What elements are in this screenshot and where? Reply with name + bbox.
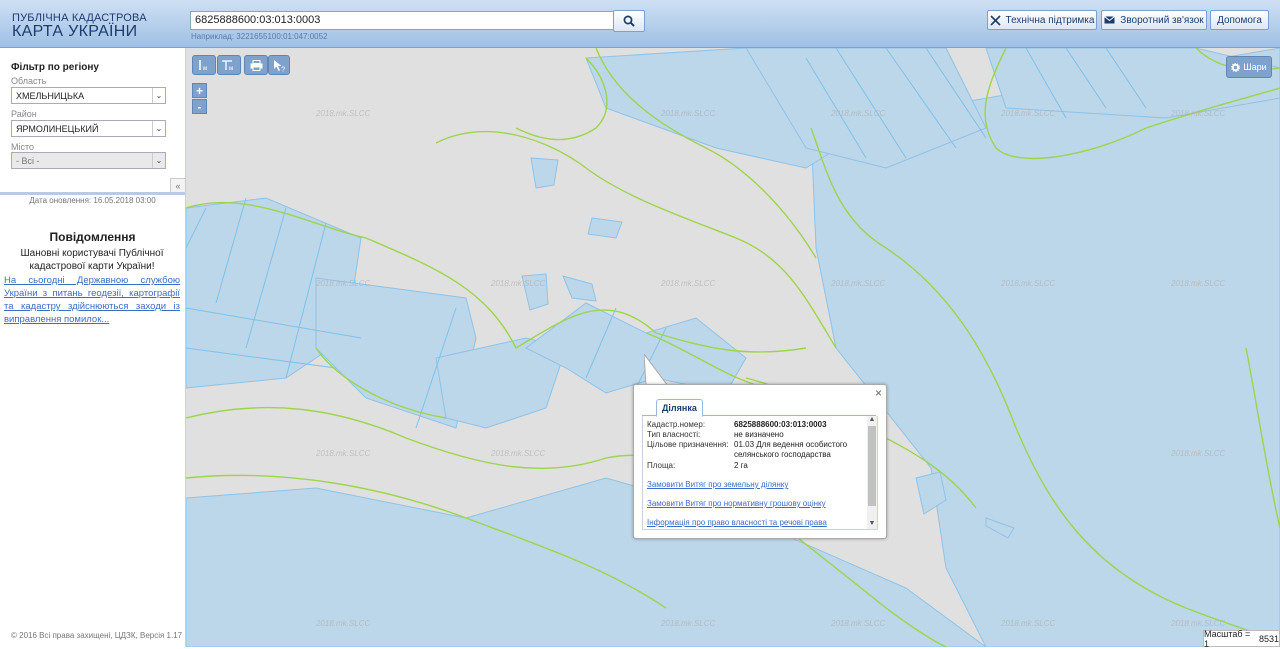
watermark: 2018.mk.SLCC <box>490 279 545 288</box>
chevron-down-icon: ⌄ <box>152 121 165 136</box>
field-value: 01.03 Для ведення особистого селянського… <box>734 440 848 459</box>
layers-button[interactable]: Шари <box>1226 56 1272 78</box>
feedback-button[interactable]: Зворотний зв'язок <box>1101 10 1207 30</box>
watermark: 2018.mk.SLCC <box>660 279 715 288</box>
field-value: не визначено <box>734 430 784 439</box>
field-value: 6825888600:03:013:0003 <box>734 420 827 429</box>
copyright: © 2016 Всі права захищені, ЦДЗК, Версія … <box>11 631 183 640</box>
notices-body: Шановні користувачі Публічної кадастрово… <box>20 248 164 272</box>
header: ПУБЛІЧНА КАДАСТРОВА КАРТА УКРАЇНИ 682588… <box>0 0 1280 48</box>
filter-title: Фільтр по регіону <box>11 62 99 73</box>
search-icon <box>623 15 635 27</box>
city-select[interactable]: - Всі - ⌄ <box>11 152 166 169</box>
region-select[interactable]: ХМЕЛЬНИЦЬКА ⌄ <box>11 87 166 104</box>
svg-text:м: м <box>203 66 207 71</box>
district-label: Район <box>11 109 37 119</box>
map-layer: 2018.mk.SLCC 2018.mk.SLCC 2018.mk.SLCC 2… <box>186 48 1280 647</box>
svg-text:?: ? <box>281 66 285 72</box>
map-canvas[interactable]: 2018.mk.SLCC 2018.mk.SLCC 2018.mk.SLCC 2… <box>186 48 1280 647</box>
support-button[interactable]: Технічна підтримка <box>987 10 1097 30</box>
search-input[interactable]: 6825888600:03:013:0003 <box>190 11 616 30</box>
print-button[interactable] <box>244 55 268 75</box>
zoom-in-button[interactable]: + <box>192 83 207 98</box>
watermark: 2018.mk.SLCC <box>1170 109 1225 118</box>
watermark: 2018.mk.SLCC <box>660 619 715 628</box>
svg-text:м: м <box>229 66 233 71</box>
city-label: Місто <box>11 142 35 152</box>
scroll-down-icon[interactable]: ▼ <box>867 520 877 529</box>
watermark: 2018.mk.SLCC <box>315 619 370 628</box>
watermark: 2018.mk.SLCC <box>830 109 885 118</box>
search-button[interactable] <box>613 10 645 32</box>
field-value: 2 га <box>734 461 748 470</box>
scale-label: Масштаб = 1 <box>1204 628 1251 649</box>
order-valuation-extract-link[interactable]: Замовити Витяг про нормативну грошову оц… <box>647 499 826 508</box>
ownership-info-link[interactable]: Інформація про право власності та речові… <box>647 518 827 527</box>
field-label: Тип власності: <box>647 430 701 439</box>
scrollbar-thumb[interactable] <box>868 426 876 506</box>
region-value: ХМЕЛЬНИЦЬКА <box>16 91 85 101</box>
search-hint: Наприклад: 3221655100:01:047:0052 <box>191 32 328 41</box>
notices-link[interactable]: На сьогодні Державною службою України з … <box>4 274 180 326</box>
field-label: Площа: <box>647 461 676 470</box>
watermark: 2018.mk.SLCC <box>830 619 885 628</box>
printer-icon <box>250 59 262 71</box>
update-date: Дата оновлення: 16.05.2018 03:00 <box>29 196 156 205</box>
feedback-label: Зворотний зв'язок <box>1120 14 1204 26</box>
measure-area-button[interactable]: м <box>217 55 241 75</box>
region-label: Область <box>11 76 47 86</box>
scroll-up-icon[interactable]: ▲ <box>867 416 877 425</box>
watermark: 2018.mk.SLCC <box>490 449 545 458</box>
scale-value: 8531 <box>1258 633 1279 644</box>
district-select[interactable]: ЯРМОЛИНЕЦЬКИЙ ⌄ <box>11 120 166 137</box>
gear-icon <box>1231 62 1241 72</box>
watermark: 2018.mk.SLCC <box>1000 109 1055 118</box>
close-icon[interactable]: × <box>875 386 882 400</box>
watermark: 2018.mk.SLCC <box>1170 619 1225 628</box>
parcel-popup: × Ділянка Кадастр.номер: 6825888600:03:0… <box>633 384 887 539</box>
zoom-out-button[interactable]: - <box>192 99 207 114</box>
district-value: ЯРМОЛИНЕЦЬКИЙ <box>16 124 99 134</box>
city-value: - Всі - <box>16 156 40 166</box>
sidebar: Фільтр по регіону Область ХМЕЛЬНИЦЬКА ⌄ … <box>0 48 186 647</box>
field-purpose-value: 01.03 Для ведення особистого селянського… <box>647 440 862 462</box>
chevron-down-icon: ⌄ <box>152 153 165 168</box>
help-label: Допомога <box>1217 14 1262 26</box>
watermark: 2018.mk.SLCC <box>315 279 370 288</box>
watermark: 2018.mk.SLCC <box>315 449 370 458</box>
popup-body: Кадастр.номер: 6825888600:03:013:0003 Ти… <box>642 416 878 530</box>
envelope-icon <box>1104 16 1116 24</box>
watermark: 2018.mk.SLCC <box>660 109 715 118</box>
popup-pointer <box>644 354 674 386</box>
area-icon: м <box>222 60 233 71</box>
watermark: 2018.mk.SLCC <box>1000 279 1055 288</box>
identify-button[interactable]: ? <box>268 55 290 75</box>
field-label: Кадастр.номер: <box>647 420 706 429</box>
support-label: Технічна підтримка <box>1005 14 1095 26</box>
popup-tabs: Ділянка <box>642 399 876 417</box>
chevron-down-icon: ⌄ <box>152 88 165 103</box>
watermark: 2018.mk.SLCC <box>1170 449 1225 458</box>
scale-indicator: Масштаб = 1 8531 <box>1203 628 1280 649</box>
tools-icon <box>989 14 1001 26</box>
tab-parcel[interactable]: Ділянка <box>656 399 703 417</box>
help-button[interactable]: Допомога <box>1210 10 1269 30</box>
notices-title: Повідомлення <box>49 230 136 244</box>
popup-scrollbar[interactable]: ▲ ▼ <box>867 416 877 529</box>
divider <box>0 192 185 195</box>
ruler-icon: м <box>199 60 207 71</box>
parcel <box>530 157 559 189</box>
cursor-question-icon: ? <box>273 59 285 72</box>
order-parcel-extract-link[interactable]: Замовити Витяг про земельну ділянку <box>647 480 788 489</box>
parcel <box>587 217 623 239</box>
watermark: 2018.mk.SLCC <box>1000 619 1055 628</box>
layers-label: Шари <box>1243 62 1267 72</box>
app-title-line2: КАРТА УКРАЇНИ <box>12 23 138 40</box>
parcel <box>562 275 597 302</box>
watermark: 2018.mk.SLCC <box>315 109 370 118</box>
measure-distance-button[interactable]: м <box>192 55 216 75</box>
watermark: 2018.mk.SLCC <box>1170 279 1225 288</box>
watermark: 2018.mk.SLCC <box>830 279 885 288</box>
